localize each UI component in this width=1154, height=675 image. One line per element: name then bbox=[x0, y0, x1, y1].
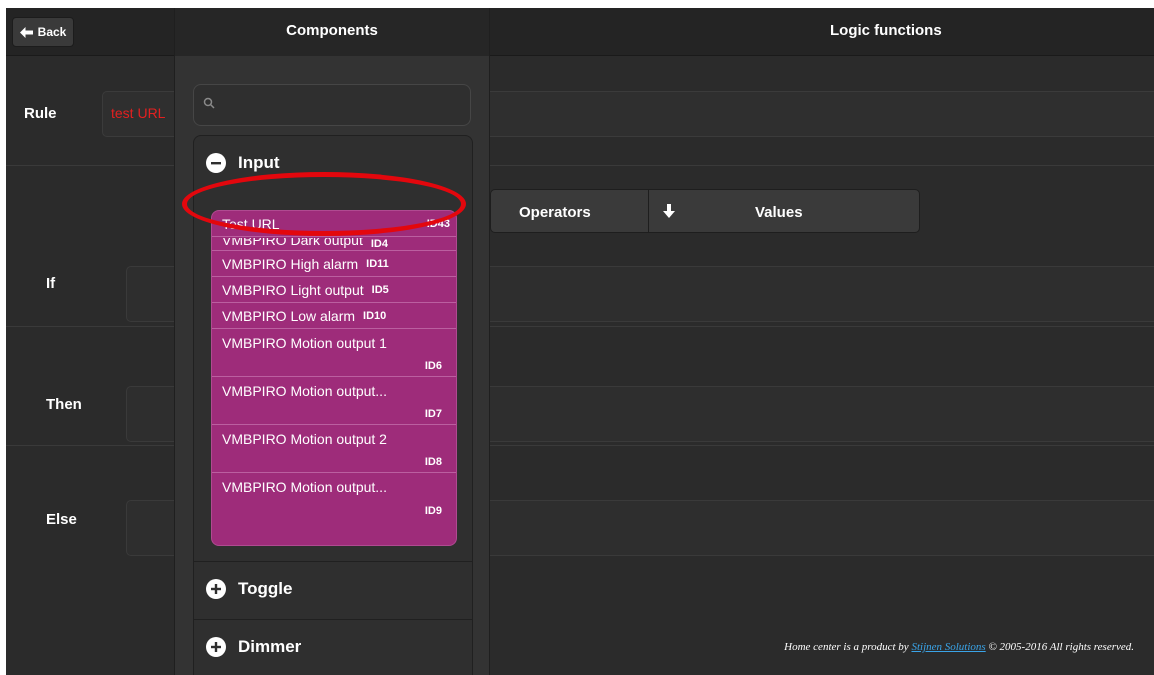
input-component-list: Test URL ID43 VMBPIRO Dark output ID4 VM… bbox=[211, 210, 457, 546]
plus-icon bbox=[206, 637, 226, 657]
components-panel: Components Input Test URL ID43 VMBPIRO D… bbox=[174, 8, 490, 675]
component-id: ID43 bbox=[426, 217, 450, 230]
app-window: Back Logic functions Rule test URL Opera… bbox=[6, 8, 1154, 675]
component-item[interactable]: VMBPIRO Motion output... ID7 bbox=[212, 377, 456, 425]
component-id: ID7 bbox=[424, 408, 442, 420]
input-section-header[interactable]: Input bbox=[194, 136, 472, 190]
component-id: ID5 bbox=[371, 283, 389, 296]
component-label: VMBPIRO Motion output... bbox=[222, 479, 387, 495]
component-id: ID4 bbox=[370, 237, 388, 250]
minus-icon bbox=[206, 153, 226, 173]
component-id: ID6 bbox=[424, 360, 442, 372]
component-item[interactable]: VMBPIRO High alarm ID11 bbox=[212, 251, 456, 277]
operators-values-bar: Operators Values bbox=[490, 189, 920, 233]
component-item[interactable]: VMBPIRO Motion output... ID9 bbox=[212, 473, 456, 521]
toggle-section-title: Toggle bbox=[238, 579, 293, 598]
dimmer-section: Dimmer bbox=[193, 619, 473, 675]
footer-suffix: © 2005-2016 All rights reserved. bbox=[988, 641, 1134, 653]
components-title: Components bbox=[175, 8, 489, 56]
component-item[interactable]: VMBPIRO Dark output ID4 bbox=[212, 237, 456, 251]
back-button-label: Back bbox=[37, 25, 67, 39]
values-tab[interactable]: Values bbox=[755, 204, 803, 221]
arrow-left-icon bbox=[19, 26, 33, 38]
footer-prefix: Home center is a product by bbox=[784, 641, 909, 653]
input-section: Input Test URL ID43 VMBPIRO Dark output … bbox=[193, 135, 473, 563]
footer-copyright: Home center is a product by Stijnen Solu… bbox=[784, 641, 1134, 653]
dimmer-section-header[interactable]: Dimmer bbox=[194, 620, 472, 674]
component-search-input[interactable] bbox=[193, 84, 471, 126]
component-label: VMBPIRO Motion output... bbox=[222, 383, 387, 399]
search-icon bbox=[203, 97, 215, 109]
rule-label: Rule bbox=[24, 105, 57, 122]
component-item[interactable]: VMBPIRO Low alarm ID10 bbox=[212, 303, 456, 329]
back-button[interactable]: Back bbox=[12, 17, 74, 47]
plus-icon bbox=[206, 579, 226, 599]
component-item[interactable]: Test URL ID43 bbox=[212, 211, 456, 237]
component-item[interactable]: VMBPIRO Motion output 1 ID6 bbox=[212, 329, 456, 377]
operators-tab[interactable]: Operators bbox=[519, 204, 591, 221]
company-link[interactable]: Stijnen Solutions bbox=[911, 641, 985, 653]
dimmer-section-title: Dimmer bbox=[238, 637, 302, 656]
component-label: VMBPIRO Low alarm bbox=[222, 307, 356, 324]
toggle-section-header[interactable]: Toggle bbox=[194, 562, 472, 616]
input-section-title: Input bbox=[238, 153, 280, 172]
if-label: If bbox=[46, 275, 56, 292]
component-item[interactable]: VMBPIRO Motion output 2 ID8 bbox=[212, 425, 456, 473]
else-label: Else bbox=[46, 511, 77, 528]
toggle-section: Toggle bbox=[193, 561, 473, 621]
arrow-down-icon[interactable] bbox=[663, 204, 675, 218]
component-id: ID9 bbox=[424, 505, 442, 517]
component-label: VMBPIRO Dark output bbox=[222, 237, 363, 248]
component-id: ID11 bbox=[366, 257, 389, 270]
component-item[interactable]: VMBPIRO Light output ID5 bbox=[212, 277, 456, 303]
component-label: Test URL bbox=[222, 215, 280, 232]
component-label: VMBPIRO Motion output 2 bbox=[222, 431, 387, 447]
component-id: ID8 bbox=[424, 456, 442, 468]
component-label: VMBPIRO High alarm bbox=[222, 255, 359, 272]
component-id: ID10 bbox=[363, 309, 387, 322]
component-label: VMBPIRO Light output bbox=[222, 281, 364, 298]
logic-functions-title: Logic functions bbox=[830, 22, 942, 39]
divider bbox=[648, 190, 649, 232]
component-label: VMBPIRO Motion output 1 bbox=[222, 335, 387, 351]
then-label: Then bbox=[46, 396, 82, 413]
